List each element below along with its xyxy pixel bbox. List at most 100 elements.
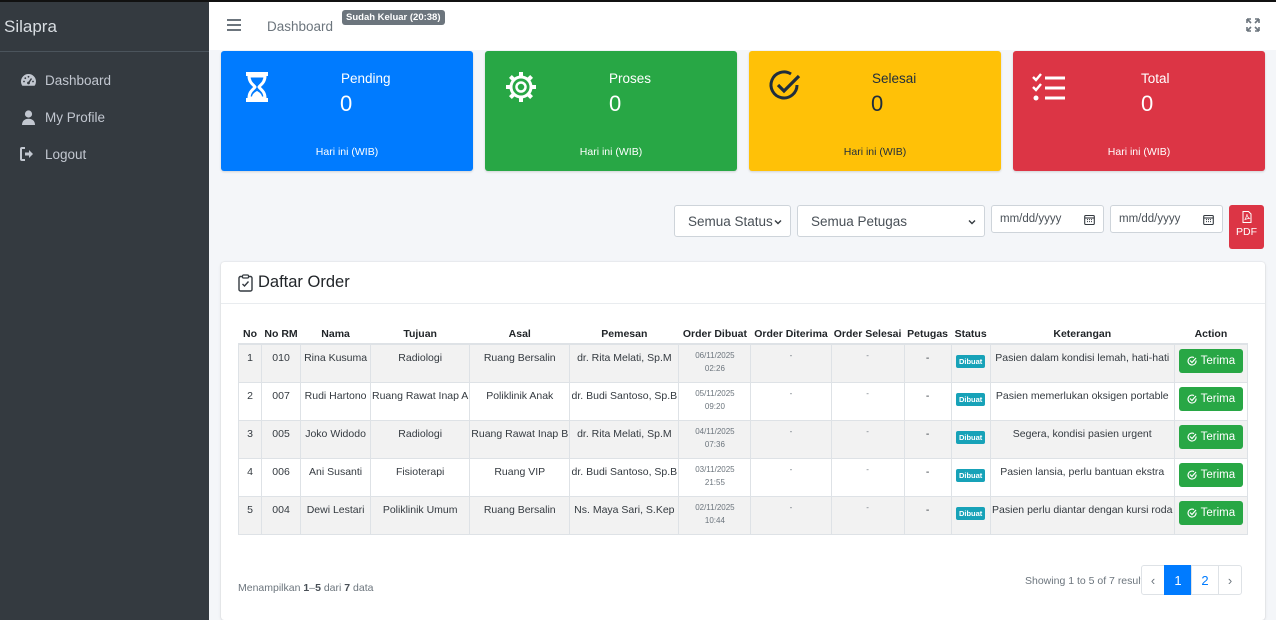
terima-button[interactable]: Terima bbox=[1178, 386, 1244, 411]
cell-order-dibuat: 04/11/2025 07:36 bbox=[678, 420, 752, 459]
cell-nama: Rina Kusuma bbox=[300, 344, 372, 383]
check-circle-icon bbox=[1187, 356, 1197, 366]
terima-button[interactable]: Terima bbox=[1178, 349, 1244, 373]
cell-rm: 010 bbox=[261, 344, 302, 383]
cell-petugas: - bbox=[903, 458, 952, 497]
cell-order-diterima: - bbox=[750, 420, 832, 459]
column-header[interactable]: Order Diterima bbox=[750, 324, 832, 345]
table-row: 1 010 Rina Kusuma Radiologi Ruang Bersal… bbox=[237, 344, 1249, 383]
column-header[interactable]: Order Selesai bbox=[831, 324, 905, 345]
terima-label: Terima bbox=[1200, 355, 1236, 367]
pdf-button-label: PDF bbox=[1236, 226, 1257, 238]
cell-no: 3 bbox=[237, 420, 263, 459]
top-navbar: Dashboard Sudah Keluar (20:38) bbox=[209, 2, 1276, 50]
sidebar-item-label: Dashboard bbox=[45, 72, 112, 88]
cell-order-selesai: - bbox=[830, 344, 905, 383]
column-header[interactable]: Pemesan bbox=[569, 324, 679, 345]
sidebar-item-dashboard[interactable]: Dashboard bbox=[8, 62, 201, 98]
summary-suffix: data bbox=[353, 582, 374, 594]
cell-order-dibuat: 06/11/2025 02:26 bbox=[678, 344, 752, 383]
cell-rm: 007 bbox=[261, 382, 302, 421]
status-badge: Dibuat bbox=[955, 468, 986, 482]
cell-order-dibuat: 02/11/2025 10:44 bbox=[678, 496, 752, 535]
column-header[interactable]: Nama bbox=[300, 324, 371, 345]
column-header[interactable]: Asal bbox=[469, 324, 570, 345]
order-date: 05/11/2025 bbox=[695, 388, 735, 398]
cell-status: Dibuat bbox=[950, 496, 991, 535]
cell-status: Dibuat bbox=[950, 420, 991, 459]
cell-asal: Poliklinik Anak bbox=[469, 382, 571, 421]
cell-tujuan: Radiologi bbox=[370, 344, 471, 383]
cell-keterangan: Pasien memerlukan oksigen portable bbox=[989, 382, 1175, 421]
chevron-down-icon bbox=[774, 220, 782, 225]
cell-asal: Ruang Bersalin bbox=[469, 344, 571, 383]
table-row: 5 004 Dewi Lestari Poliklinik Umum Ruang… bbox=[237, 496, 1249, 535]
column-header[interactable]: No bbox=[238, 324, 262, 345]
calendar-icon[interactable] bbox=[1084, 214, 1095, 225]
column-header[interactable]: Keterangan bbox=[990, 324, 1175, 345]
stat-box-pending: Pending 0 Hari ini (WIB) bbox=[221, 51, 473, 171]
navbar-dashboard-link[interactable]: Dashboard bbox=[267, 19, 333, 34]
cell-order-selesai: - bbox=[830, 382, 905, 421]
status-badge: Sudah Keluar (20:38) bbox=[342, 10, 445, 25]
column-header[interactable]: Action bbox=[1174, 324, 1248, 345]
showing-summary: Menampilkan 1–5 dari 7 data bbox=[238, 582, 373, 594]
brand-logo[interactable]: Silapra bbox=[0, 2, 209, 52]
cell-no: 5 bbox=[237, 496, 263, 535]
order-time: 21:55 bbox=[704, 477, 725, 487]
pagination-page-2[interactable]: 2 bbox=[1191, 565, 1219, 595]
sidebar-item-my-profile[interactable]: My Profile bbox=[8, 99, 201, 135]
cell-action: Terima bbox=[1173, 344, 1249, 383]
cell-pemesan: dr. Budi Santoso, Sp.B bbox=[569, 458, 680, 497]
pagination-next[interactable]: › bbox=[1218, 565, 1242, 595]
check-circle-icon bbox=[1187, 432, 1197, 442]
cell-order-diterima: - bbox=[750, 496, 832, 535]
calendar-icon[interactable] bbox=[1203, 214, 1214, 225]
sidebar-item-label: My Profile bbox=[45, 109, 106, 125]
fullscreen-icon[interactable] bbox=[1246, 18, 1260, 32]
cell-order-diterima: - bbox=[750, 344, 832, 383]
sidebar-item-logout[interactable]: Logout bbox=[8, 136, 201, 172]
stat-footer: Hari ini (WIB) bbox=[843, 146, 907, 158]
cell-keterangan: Pasien perlu diantar dengan kursi roda bbox=[989, 496, 1175, 535]
cell-tujuan: Fisioterapi bbox=[370, 458, 471, 497]
terima-button[interactable]: Terima bbox=[1178, 462, 1244, 487]
check-circle-icon bbox=[769, 70, 801, 100]
column-header[interactable]: Petugas bbox=[904, 324, 952, 345]
date-to-input[interactable]: mm/dd/yyyy bbox=[1110, 205, 1223, 233]
status-filter-select[interactable]: Semua Status bbox=[674, 205, 791, 237]
cell-order-selesai: - bbox=[830, 458, 905, 497]
table-row: 4 006 Ani Susanti Fisioterapi Ruang VIP … bbox=[237, 458, 1249, 497]
cell-action: Terima bbox=[1173, 496, 1249, 535]
stat-value: 0 bbox=[340, 91, 353, 116]
stat-footer: Hari ini (WIB) bbox=[1107, 146, 1171, 158]
column-header[interactable]: Status bbox=[951, 324, 991, 345]
stat-footer: Hari ini (WIB) bbox=[315, 146, 379, 158]
menu-toggle-icon[interactable] bbox=[227, 19, 241, 31]
user-icon bbox=[19, 108, 37, 126]
terima-label: Terima bbox=[1200, 392, 1236, 405]
list-check-icon bbox=[1032, 73, 1065, 101]
sidebar-item-label: Logout bbox=[45, 146, 87, 162]
export-pdf-button[interactable]: PDF bbox=[1229, 205, 1264, 249]
column-header[interactable]: Order Dibuat bbox=[678, 324, 751, 345]
petugas-filter-select[interactable]: Semua Petugas bbox=[797, 205, 985, 237]
column-header[interactable]: Tujuan bbox=[370, 324, 470, 345]
cell-status: Dibuat bbox=[950, 458, 991, 497]
sidebar: Silapra Dashboard My Profile Logout bbox=[0, 2, 209, 620]
terima-button[interactable]: Terima bbox=[1178, 424, 1244, 449]
terima-button[interactable]: Terima bbox=[1178, 500, 1244, 525]
check-circle-icon bbox=[1187, 508, 1197, 518]
date-from-input[interactable]: mm/dd/yyyy bbox=[991, 205, 1104, 233]
sidebar-nav: Dashboard My Profile Logout bbox=[0, 52, 209, 172]
pagination-prev[interactable]: ‹ bbox=[1141, 565, 1165, 595]
order-date: 02/11/2025 bbox=[695, 502, 735, 512]
cell-pemesan: dr. Rita Melati, Sp.M bbox=[569, 344, 680, 383]
order-date: 06/11/2025 bbox=[695, 351, 735, 360]
status-filter-value: Semua Status bbox=[688, 214, 773, 229]
column-header[interactable]: No RM bbox=[261, 324, 301, 345]
cell-order-selesai: - bbox=[830, 496, 905, 535]
results-count: Showing 1 to 5 of 7 results bbox=[1025, 575, 1149, 587]
pagination-page-1[interactable]: 1 bbox=[1164, 565, 1192, 595]
cell-tujuan: Poliklinik Umum bbox=[370, 496, 471, 535]
